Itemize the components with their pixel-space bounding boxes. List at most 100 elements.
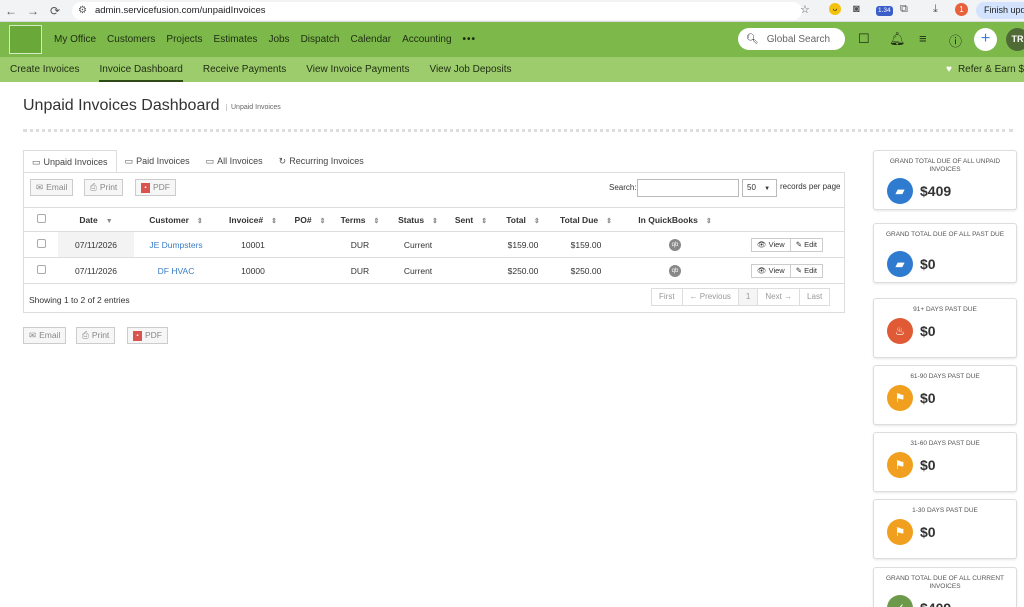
add-button[interactable]: + — [974, 28, 997, 51]
actions-cell: 👁︎ View ✎ Edit — [730, 257, 844, 284]
back-icon[interactable]: ← — [0, 4, 22, 18]
camera-icon[interactable]: ◙ — [853, 3, 860, 15]
subnav-view-job-deposits[interactable]: View Job Deposits — [429, 57, 511, 82]
next-page-button[interactable]: Next → — [757, 288, 801, 306]
col-total[interactable]: Total ⇕ — [494, 207, 552, 232]
chat-icon[interactable]: ☐ — [858, 31, 870, 47]
bottom-print-button[interactable]: ⎙ Print — [76, 327, 116, 344]
nav-customers[interactable]: Customers — [107, 34, 155, 45]
subnav-create-invoices[interactable]: Create Invoices — [10, 57, 79, 82]
summary-card-label: GRAND TOTAL DUE OF ALL PAST DUE — [885, 231, 1005, 238]
edit-label: Edit — [804, 265, 818, 275]
tab-paid-invoices[interactable]: ▭ Paid Invoices — [117, 150, 198, 173]
bell-icon[interactable]: 🔔︎ — [889, 31, 906, 47]
summary-card-value: $0 — [920, 524, 936, 540]
subnav-invoice-dashboard[interactable]: Invoice Dashboard — [99, 57, 183, 82]
quickbooks-cell: qb — [620, 257, 730, 284]
summary-card[interactable]: GRAND TOTAL DUE OF ALL CURRENT INVOICES ✓… — [873, 567, 1017, 607]
bookmark-star-icon[interactable]: ☆ — [800, 3, 810, 16]
summary-card[interactable]: 1-30 DAYS PAST DUE ⚑ $0 — [873, 499, 1017, 559]
check-icon: ✓ — [887, 595, 913, 607]
bottom-pdf-button[interactable]: ▪ PDF — [127, 327, 168, 344]
customer-link[interactable]: JE Dumpsters — [149, 240, 202, 250]
previous-page-button[interactable]: ← Previous — [681, 288, 739, 306]
nav-jobs[interactable]: Jobs — [268, 34, 289, 45]
global-search-input[interactable]: 🔍︎ Global Search — [738, 28, 845, 50]
col-terms[interactable]: Terms ⇕ — [332, 207, 388, 232]
tab-label: All Invoices — [217, 156, 263, 166]
sent-cell — [448, 231, 494, 258]
edit-button[interactable]: ✎ Edit — [789, 263, 824, 278]
view-button[interactable]: 👁︎ View — [750, 237, 791, 252]
finish-update-button[interactable]: Finish update — [976, 2, 1024, 19]
sort-icon: ⇕ — [606, 217, 612, 225]
avatar[interactable]: TR — [1006, 28, 1024, 51]
col-in-quickbooks[interactable]: In QuickBooks ⇕ — [620, 207, 730, 232]
nav-accounting[interactable]: Accounting — [402, 34, 451, 45]
nav-estimates[interactable]: Estimates — [214, 34, 258, 45]
tab-unpaid-invoices[interactable]: ▭ Unpaid Invoices — [23, 150, 117, 173]
reload-icon[interactable]: ⟳ — [44, 4, 66, 18]
site-info-icon[interactable]: ⚙ — [78, 5, 87, 16]
pagination: First ← Previous 1 Next → Last — [651, 288, 831, 306]
logo[interactable] — [9, 25, 42, 54]
address-bar[interactable]: ⚙ admin.servicefusion.com/unpaidInvoices — [72, 1, 802, 20]
col-sent[interactable]: Sent ⇕ — [448, 207, 494, 232]
tab-all-invoices[interactable]: ▭ All Invoices — [198, 150, 271, 173]
invoice-number-cell: 10000 — [218, 257, 288, 284]
records-value: 50 — [747, 183, 756, 192]
col-po[interactable]: PO# ⇕ — [288, 207, 332, 232]
last-page-button[interactable]: Last — [799, 288, 831, 306]
summary-card[interactable]: GRAND TOTAL DUE OF ALL UNPAID INVOICES ▰ $… — [873, 150, 1017, 210]
row-checkbox[interactable] — [36, 265, 46, 274]
pdf-button[interactable]: ▪ PDF — [135, 179, 176, 196]
tab-recurring-invoices[interactable]: ↻ Recurring Invoices — [271, 150, 372, 173]
col-date[interactable]: Date ▼ — [58, 207, 134, 232]
col-invoice[interactable]: Invoice# ⇕ — [218, 207, 288, 232]
extension-face-icon[interactable]: ᴗ — [829, 3, 841, 15]
summary-card[interactable]: 91+ DAYS PAST DUE ♨ $0 — [873, 298, 1017, 358]
subnav-receive-payments[interactable]: Receive Payments — [203, 57, 286, 82]
summary-card[interactable]: GRAND TOTAL DUE OF ALL PAST DUE ▰ $0 — [873, 223, 1017, 283]
extension-badge[interactable]: 1.34 — [876, 6, 893, 16]
chevron-down-icon: ▼ — [764, 186, 771, 192]
customer-link[interactable]: DF HVAC — [158, 266, 195, 276]
summary-card[interactable]: 31-60 DAYS PAST DUE ⚑ $0 — [873, 432, 1017, 492]
view-button[interactable]: 👁︎ View — [750, 263, 791, 278]
col-customer[interactable]: Customer ⇕ — [134, 207, 218, 232]
download-icon[interactable]: ⤓ — [933, 3, 938, 16]
col-label: Status — [398, 214, 425, 225]
page-1-button[interactable]: 1 — [737, 288, 759, 306]
edit-button[interactable]: ✎ Edit — [789, 237, 824, 252]
email-button[interactable]: ✉ Email — [30, 179, 74, 196]
nav-calendar[interactable]: Calendar — [350, 34, 391, 45]
bottom-email-button[interactable]: ✉ Email — [23, 327, 67, 344]
sort-icon: ⇕ — [373, 217, 380, 225]
refer-link[interactable]: ♥ Refer & Earn $500 — [946, 57, 1024, 82]
forward-icon[interactable]: → — [22, 4, 44, 18]
extensions-puzzle-icon[interactable]: ⧉ — [900, 3, 908, 16]
profile-icon[interactable]: 1 — [955, 3, 968, 16]
col-label: Date — [79, 214, 98, 225]
list-icon[interactable]: ≡ — [919, 31, 927, 46]
records-per-page-select[interactable]: 50 ▼ — [742, 179, 777, 197]
col-status[interactable]: Status ⇕ — [388, 207, 448, 232]
nav-dispatch[interactable]: Dispatch — [301, 34, 340, 45]
nav-my-office[interactable]: My Office — [54, 34, 96, 45]
first-page-button[interactable]: First — [651, 288, 683, 306]
summary-card[interactable]: 61-90 DAYS PAST DUE ⚑ $0 — [873, 365, 1017, 425]
help-icon[interactable]: ⓘ — [949, 31, 962, 50]
terms-cell: DUR — [332, 231, 388, 258]
row-checkbox[interactable] — [36, 239, 46, 248]
more-menu-icon[interactable]: ••• — [463, 34, 477, 45]
eye-icon: 👁︎ — [756, 265, 767, 275]
pdf-label: PDF — [153, 182, 170, 192]
pencil-icon: ✎ — [795, 239, 802, 249]
subnav-view-invoice-payments[interactable]: View Invoice Payments — [306, 57, 409, 82]
select-all-checkbox[interactable] — [36, 214, 46, 223]
search-input[interactable] — [637, 179, 739, 197]
print-button[interactable]: ⎙ Print — [84, 179, 124, 196]
nav-projects[interactable]: Projects — [166, 34, 202, 45]
col-total-due[interactable]: Total Due ⇕ — [552, 207, 620, 232]
sort-desc-icon: ▼ — [105, 217, 113, 225]
